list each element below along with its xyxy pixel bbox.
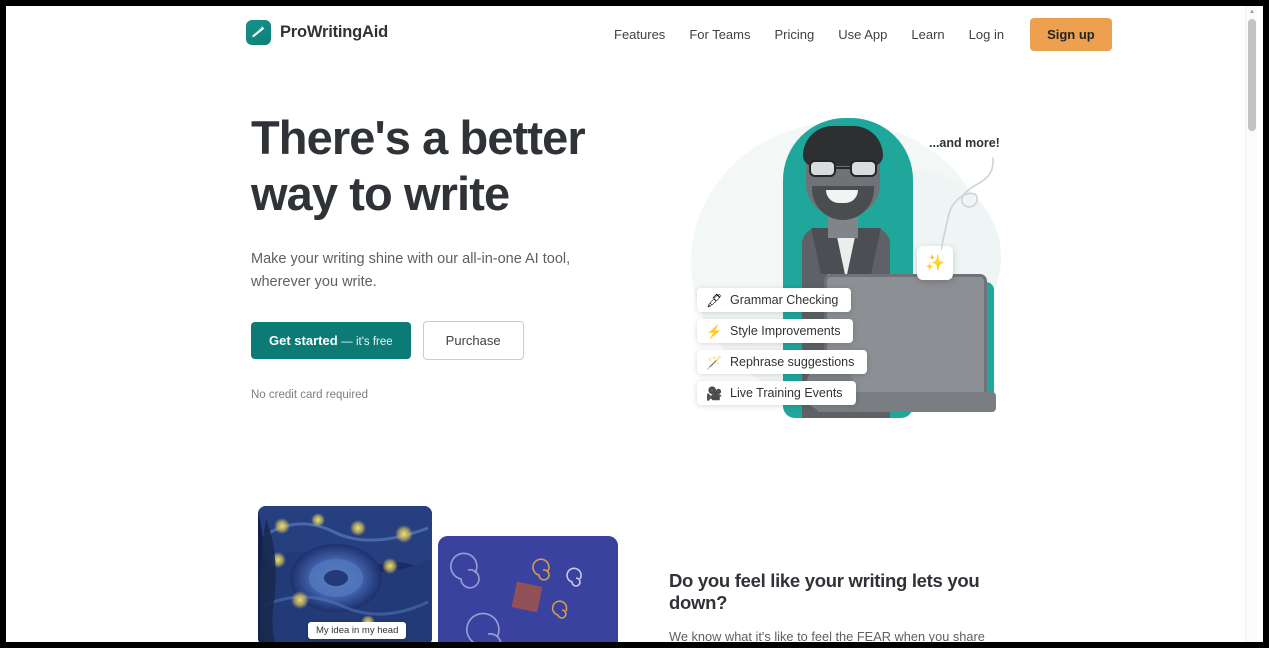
starry-night-image: My idea in my head: [258, 506, 432, 642]
hero-subtitle: Make your writing shine with our all-in-…: [251, 251, 571, 290]
feature-pill-label: Grammar Checking: [730, 293, 839, 307]
feature-pill-live-training-events: 🎥 Live Training Events: [697, 381, 856, 405]
hero-illustration: ✨ ...and more! 🖋 Grammar Checking ⚡ Styl…: [661, 110, 1061, 450]
section2-body: We know what it's like to feel the FEAR …: [669, 629, 985, 642]
nav-item-learn[interactable]: Learn: [899, 21, 956, 48]
nav-item-pricing[interactable]: Pricing: [762, 21, 826, 48]
hero-actions: Get started — it's free Purchase: [251, 321, 651, 360]
magic-wand-icon: 🪄: [706, 354, 723, 370]
nav-item-features[interactable]: Features: [602, 21, 677, 48]
prowritingaid-logo-icon: [246, 20, 271, 45]
hero-title: There's a better way to write: [251, 111, 586, 220]
lightning-bolt-icon: ⚡: [706, 323, 723, 339]
nav-item-for-teams[interactable]: For Teams: [677, 21, 762, 48]
section2-title: Do you feel like your writing lets you d…: [669, 570, 980, 613]
feature-pill-label: Style Improvements: [730, 324, 841, 338]
site-header: ProWritingAid Features For Teams Pricing…: [6, 6, 1257, 62]
glasses-icon: [809, 160, 877, 177]
feature-pill-style-improvements: ⚡ Style Improvements: [697, 319, 854, 343]
get-started-subtext: — it's free: [341, 336, 393, 348]
page-content: ProWritingAid Features For Teams Pricing…: [6, 6, 1257, 642]
feature-pill-label: Live Training Events: [730, 386, 843, 400]
hero-copy: There's a better way to write Make your …: [251, 110, 651, 401]
blue-doodle-card: [438, 536, 618, 642]
squiggle-arrow-icon: [941, 157, 994, 251]
purchase-button[interactable]: Purchase: [422, 321, 524, 360]
scroll-up-arrow-icon[interactable]: ▲: [1246, 6, 1257, 18]
feature-pill-label: Rephrase suggestions: [730, 355, 855, 369]
get-started-label: Get started: [269, 333, 338, 348]
main-nav: Features For Teams Pricing Use App Learn…: [602, 6, 1112, 62]
image-caption-label: My idea in my head: [308, 622, 407, 639]
feature-pill-grammar-checking: 🖋 Grammar Checking: [697, 288, 852, 312]
movie-camera-icon: 🎥: [706, 385, 723, 401]
and-more-label: ...and more!: [929, 136, 1000, 150]
hero-section: There's a better way to write Make your …: [6, 62, 1257, 482]
nav-item-log-in[interactable]: Log in: [957, 21, 1016, 48]
no-credit-card-note: No credit card required: [251, 389, 368, 401]
scrollbar-thumb[interactable]: [1248, 19, 1256, 131]
section2-illustration: My idea in my head: [258, 506, 618, 642]
feature-pill-list: 🖋 Grammar Checking ⚡ Style Improvements …: [697, 288, 957, 405]
section2-copy: Do you feel like your writing lets you d…: [669, 570, 1021, 642]
writing-lets-you-down-section: My idea in my head Do you feel like your…: [6, 482, 1257, 642]
page-scrollbar[interactable]: ▲: [1245, 6, 1257, 642]
browser-viewport: ProWritingAid Features For Teams Pricing…: [6, 6, 1263, 642]
feature-pill-rephrase-suggestions: 🪄 Rephrase suggestions: [697, 350, 868, 374]
brand-logo-link[interactable]: ProWritingAid: [246, 20, 388, 45]
sign-up-button[interactable]: Sign up: [1030, 17, 1112, 51]
get-started-button[interactable]: Get started — it's free: [251, 322, 411, 359]
brand-name: ProWritingAid: [280, 23, 389, 41]
feather-pen-icon: 🖋: [706, 292, 723, 308]
nav-item-use-app[interactable]: Use App: [826, 21, 899, 48]
